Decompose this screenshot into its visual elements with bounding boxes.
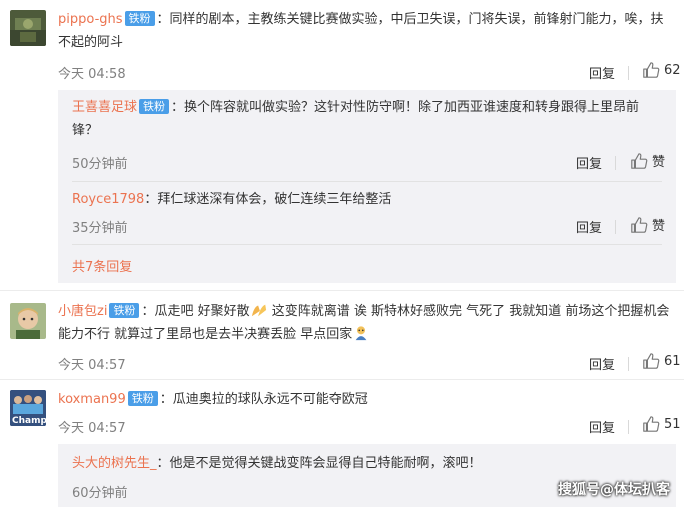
like-button[interactable]: 51 bbox=[642, 415, 681, 433]
replies-box: 王喜喜足球 铁粉 ：换个阵容就叫做实验？这针对性防守啊！除了加西亚谁速度和转身跟得上… bbox=[58, 90, 676, 283]
avatar-image bbox=[10, 303, 46, 339]
username-link[interactable]: 王喜喜足球 bbox=[72, 100, 137, 115]
reply-time: 35分钟前 bbox=[72, 221, 128, 236]
reply-button[interactable]: 回复 bbox=[576, 153, 602, 172]
reply-button[interactable]: 回复 bbox=[589, 354, 615, 373]
comment-content: ：瓜迪奥拉的球队永远不可能夺欧冠 bbox=[159, 392, 368, 407]
fan-badge: 铁粉 bbox=[127, 391, 158, 406]
username-link[interactable]: 头大的树先生_ bbox=[72, 456, 157, 471]
crying-person-emoji-icon bbox=[355, 326, 367, 341]
watermark: 搜狐号@体坛扒客 bbox=[558, 482, 670, 498]
avatar[interactable] bbox=[10, 303, 46, 339]
comment-text: 小唐包zi 铁粉 ：瓜走吧 好聚好散 这变阵就离谱 诶 斯特林好感败完 气死了 我就… bbox=[58, 300, 670, 346]
avatar-caption: Champ bbox=[12, 416, 46, 426]
like-button[interactable]: 赞 bbox=[630, 215, 665, 234]
like-button[interactable]: 61 bbox=[642, 352, 681, 370]
divider bbox=[628, 420, 629, 434]
comment-time: 今天 04:57 bbox=[58, 421, 126, 436]
waving-hands-emoji-icon bbox=[251, 304, 266, 317]
thumbs-up-icon bbox=[643, 353, 660, 369]
like-count: 62 bbox=[664, 62, 681, 78]
fan-badge: 铁粉 bbox=[124, 11, 155, 26]
reply-content: ：他是不是觉得关键战变阵会显得自己特能耐啊，滚吧！ bbox=[156, 456, 482, 471]
username-link[interactable]: pippo-ghs bbox=[58, 12, 123, 27]
comment-time: 今天 04:57 bbox=[58, 358, 126, 373]
thumbs-up-icon bbox=[643, 416, 660, 432]
comment-item: 小唐包zi 铁粉 ：瓜走吧 好聚好散 这变阵就离谱 诶 斯特林好感败完 气死了 我就… bbox=[0, 291, 684, 379]
more-replies-link[interactable]: 共7条回复 bbox=[72, 256, 132, 275]
reply-button[interactable]: 回复 bbox=[589, 63, 615, 82]
comment-text: koxman99 铁粉 ：瓜迪奥拉的球队永远不可能夺欧冠 bbox=[58, 388, 670, 411]
avatar[interactable]: Champ bbox=[10, 390, 46, 426]
reply-text: Royce1798：拜仁球迷深有体会，破仁连续三年给整活 bbox=[72, 188, 662, 211]
like-count: 61 bbox=[664, 353, 681, 369]
reply-button[interactable]: 回复 bbox=[576, 217, 602, 236]
username-link[interactable]: Royce1798 bbox=[72, 192, 144, 207]
reply-button[interactable]: 回复 bbox=[589, 417, 615, 436]
thumbs-up-icon bbox=[631, 152, 648, 169]
comment-content: ：瓜走吧 好聚好散 bbox=[141, 304, 250, 319]
divider bbox=[628, 357, 629, 371]
thumbs-up-icon bbox=[643, 62, 660, 78]
username-link[interactable]: 小唐包zi bbox=[58, 304, 107, 319]
fan-badge: 铁粉 bbox=[109, 303, 140, 318]
reply-time: 60分钟前 bbox=[72, 486, 128, 501]
divider bbox=[615, 156, 616, 170]
reply-content: ：拜仁球迷深有体会，破仁连续三年给整活 bbox=[144, 192, 392, 207]
like-count: 51 bbox=[664, 416, 681, 432]
reply-time: 50分钟前 bbox=[72, 157, 128, 172]
username-link[interactable]: koxman99 bbox=[58, 392, 126, 407]
avatar-image: Champ bbox=[10, 390, 46, 426]
reply-separator bbox=[72, 181, 662, 182]
reply-item: Royce1798：拜仁球迷深有体会，破仁连续三年给整活 bbox=[72, 188, 662, 211]
comment-item: pippo-ghs 铁粉 ：同样的剧本，主教练关键比赛做实验，中后卫失误，门将失误，… bbox=[0, 0, 684, 290]
avatar[interactable] bbox=[10, 10, 46, 46]
like-label: 赞 bbox=[652, 155, 666, 170]
divider bbox=[628, 66, 629, 80]
like-button[interactable]: 62 bbox=[642, 61, 681, 79]
fan-badge: 铁粉 bbox=[139, 99, 170, 114]
avatar-image bbox=[10, 10, 46, 46]
reply-text: 头大的树先生_：他是不是觉得关键战变阵会显得自己特能耐啊，滚吧！ bbox=[72, 452, 662, 475]
reply-separator bbox=[72, 244, 662, 245]
like-button[interactable]: 赞 bbox=[630, 151, 665, 170]
reply-item: 头大的树先生_：他是不是觉得关键战变阵会显得自己特能耐啊，滚吧！ bbox=[72, 452, 662, 475]
divider bbox=[615, 220, 616, 234]
like-label: 赞 bbox=[652, 219, 666, 234]
reply-item: 王喜喜足球 铁粉 ：换个阵容就叫做实验？这针对性防守啊！除了加西亚谁速度和转身跟得上… bbox=[72, 96, 662, 142]
thumbs-up-icon bbox=[631, 216, 648, 233]
comment-text: pippo-ghs 铁粉 ：同样的剧本，主教练关键比赛做实验，中后卫失误，门将失误，… bbox=[58, 8, 670, 54]
comment-time: 今天 04:58 bbox=[58, 67, 126, 82]
reply-text: 王喜喜足球 铁粉 ：换个阵容就叫做实验？这针对性防守啊！除了加西亚谁速度和转身跟得上… bbox=[72, 96, 662, 142]
